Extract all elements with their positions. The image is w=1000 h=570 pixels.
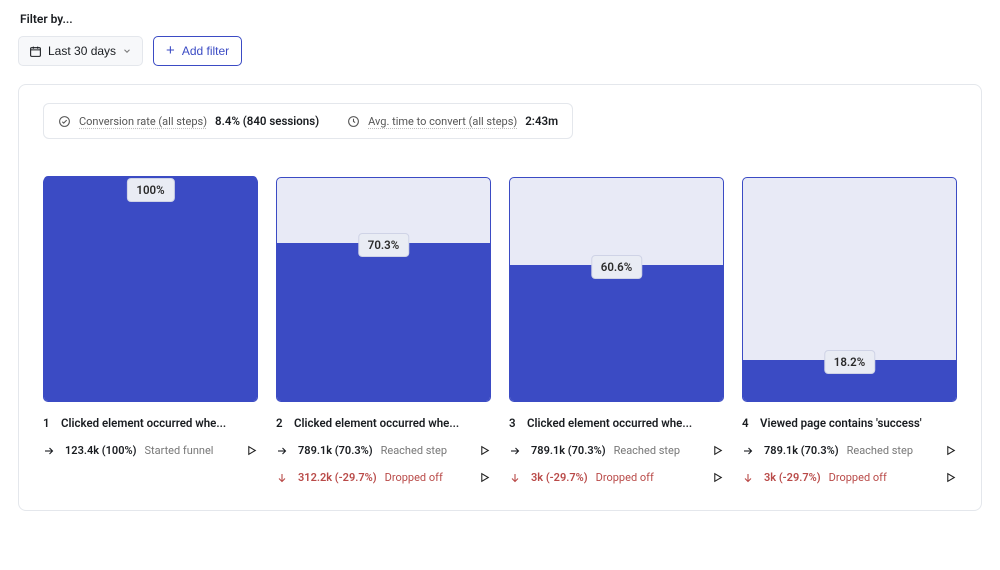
filter-heading: Filter by... [20,12,982,26]
play-icon[interactable] [711,471,724,484]
arrow-right-icon [43,445,57,457]
play-icon[interactable] [944,471,957,484]
avg-time-value: 2:43m [525,114,558,128]
step-index: 2 [276,416,286,430]
reached-label: Started funnel [144,444,237,457]
filter-bar: Last 30 days + Add filter [18,36,982,66]
reached-label: Reached step [614,444,703,457]
step-title-row: 4 Viewed page contains 'success' [742,416,957,430]
dropped-count: 3k (-29.7%) [531,471,588,484]
arrow-right-icon [509,445,523,457]
step-title-row: 3 Clicked element occurred whe... [509,416,724,430]
dropped-label: Dropped off [596,471,703,484]
step-index: 1 [43,416,53,430]
reached-label: Reached step [381,444,470,457]
dropped-row: 312.2k (-29.7%) Dropped off [276,471,491,484]
step-name: Clicked element occurred whe... [294,416,491,430]
summary-bar: Conversion rate (all steps) 8.4% (840 se… [43,103,573,139]
funnel-step: 100% 1 Clicked element occurred whe... 1… [43,177,258,484]
play-icon[interactable] [245,444,258,457]
dropped-row: 3k (-29.7%) Dropped off [742,471,957,484]
reached-row: 789.1k (70.3%) Reached step [742,444,957,457]
reached-count: 789.1k (70.3%) [764,444,839,457]
arrow-right-icon [276,445,290,457]
funnel-bar-fill [44,176,257,401]
play-icon[interactable] [478,471,491,484]
reached-row: 789.1k (70.3%) Reached step [509,444,724,457]
reached-count: 123.4k (100%) [65,444,136,457]
funnel-panel: Conversion rate (all steps) 8.4% (840 se… [18,84,982,511]
plus-icon: + [166,43,175,58]
step-title-row: 1 Clicked element occurred whe... [43,416,258,430]
reached-row: 123.4k (100%) Started funnel [43,444,258,457]
reached-count: 789.1k (70.3%) [531,444,606,457]
percent-badge: 100% [126,178,174,202]
arrow-down-icon [742,472,756,484]
dropped-label: Dropped off [829,471,936,484]
funnel-step: 60.6% 3 Clicked element occurred whe... … [509,177,724,484]
reached-label: Reached step [847,444,936,457]
chevron-down-icon [122,46,132,56]
percent-badge: 70.3% [358,233,409,257]
reached-count: 789.1k (70.3%) [298,444,373,457]
funnel-step: 18.2% 4 Viewed page contains 'success' 7… [742,177,957,484]
add-filter-button[interactable]: + Add filter [153,36,242,66]
step-title-row: 2 Clicked element occurred whe... [276,416,491,430]
dropped-row: 3k (-29.7%) Dropped off [509,471,724,484]
date-range-filter-button[interactable]: Last 30 days [18,36,143,66]
calendar-icon [29,45,42,58]
play-icon[interactable] [711,444,724,457]
avg-time-label: Avg. time to convert (all steps) [368,115,517,128]
funnel-bar[interactable]: 18.2% [742,177,957,402]
percent-badge: 18.2% [824,350,875,374]
funnel-bar[interactable]: 70.3% [276,177,491,402]
funnel-bar[interactable]: 100% [43,177,258,402]
funnel-bar-fill [510,265,723,401]
clock-icon [347,115,360,128]
arrow-down-icon [509,472,523,484]
dropped-label: Dropped off [385,471,470,484]
arrow-right-icon [742,445,756,457]
play-icon[interactable] [944,444,957,457]
dropped-count: 312.2k (-29.7%) [298,471,377,484]
funnel-bar-fill [277,243,490,401]
funnel-step: 70.3% 2 Clicked element occurred whe... … [276,177,491,484]
conversion-rate-value: 8.4% (840 sessions) [215,114,319,128]
dropped-count: 3k (-29.7%) [764,471,821,484]
step-name: Viewed page contains 'success' [760,416,957,430]
arrow-down-icon [276,472,290,484]
step-name: Clicked element occurred whe... [61,416,258,430]
add-filter-label: Add filter [182,44,229,58]
play-icon[interactable] [478,444,491,457]
date-range-label: Last 30 days [48,44,116,58]
step-index: 3 [509,416,519,430]
funnel-steps: 100% 1 Clicked element occurred whe... 1… [43,177,957,484]
percent-badge: 60.6% [591,255,642,279]
reached-row: 789.1k (70.3%) Reached step [276,444,491,457]
conversion-rate-label: Conversion rate (all steps) [79,115,207,128]
step-index: 4 [742,416,752,430]
check-circle-icon [58,115,71,128]
step-name: Clicked element occurred whe... [527,416,724,430]
funnel-bar[interactable]: 60.6% [509,177,724,402]
